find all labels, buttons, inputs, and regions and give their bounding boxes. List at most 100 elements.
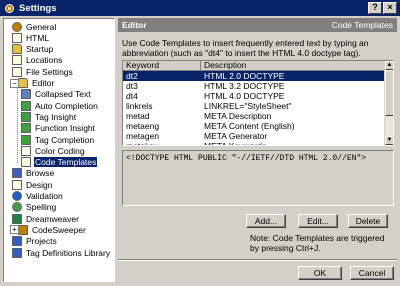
tree-item-collapsed-text[interactable]: Collapsed Text	[21, 89, 92, 100]
panel-description: Use Code Templates to insert frequently …	[122, 38, 369, 58]
tree-item-label: File Settings	[26, 66, 73, 77]
template-keyword: dt3	[126, 81, 138, 91]
tree-item-validation[interactable]: Validation	[12, 191, 64, 202]
expand-icon[interactable]: +	[10, 225, 19, 235]
tree-item-label: Spelling	[26, 202, 57, 213]
tree-item-label: Function Insight	[35, 123, 96, 134]
ok-button[interactable]: OK	[298, 266, 342, 280]
auto-completion-icon	[21, 100, 31, 111]
scroll-down-icon[interactable]: ▼	[385, 136, 393, 145]
tree-item-startup[interactable]: Startup	[12, 44, 54, 55]
function-insight-icon	[21, 123, 31, 134]
tree-item-label: Dreamweaver	[26, 213, 79, 224]
document-icon	[12, 66, 22, 77]
description-column-header[interactable]: Description	[201, 61, 393, 70]
document-icon	[12, 32, 22, 43]
template-description: HTML 4.0 DOCTYPE	[204, 91, 285, 101]
template-description: META Content (English)	[204, 121, 295, 131]
add-button[interactable]: Add...	[246, 214, 286, 228]
tree-item-function-insight[interactable]: Function Insight	[21, 123, 96, 134]
tree-item-label: Tag Completion	[35, 134, 95, 145]
close-button[interactable]: ×	[383, 2, 397, 14]
tree-item-label: Browse	[26, 168, 55, 179]
collapse-icon[interactable]: −	[10, 78, 19, 88]
tree-item-projects[interactable]: Projects	[12, 236, 58, 247]
template-description: HTML 3.2 DOCTYPE	[204, 81, 285, 91]
keyword-column-header[interactable]: Keyword	[123, 61, 201, 70]
template-row[interactable]: dt2 HTML 2.0 DOCTYPE	[123, 71, 385, 81]
settings-tree[interactable]: General HTML Startup Locations File Settings…	[3, 18, 115, 282]
template-keyword: dt4	[126, 91, 138, 101]
cancel-button[interactable]: Cancel	[350, 266, 394, 280]
template-description: LINKREL="StyleSheet"	[204, 101, 292, 111]
tree-item-label: Tag Insight	[35, 111, 77, 122]
tree-item-browse[interactable]: Browse	[12, 168, 55, 179]
folder-icon	[18, 78, 28, 88]
template-row[interactable]: metakey META Keywords	[123, 141, 385, 146]
template-row[interactable]: metagen META Generator	[123, 131, 385, 141]
dreamweaver-icon	[12, 213, 22, 224]
template-description: META Description	[204, 111, 272, 121]
template-description: META Keywords	[204, 141, 267, 146]
template-list[interactable]: Keyword Description dt2 HTML 2.0 DOCTYPE d…	[122, 60, 394, 146]
panel-title: Editor	[122, 20, 147, 30]
tree-item-tag-completion[interactable]: Tag Completion	[21, 134, 95, 145]
tree-item-label: Editor	[32, 78, 55, 88]
template-keyword: metagen	[126, 131, 160, 141]
tree-item-tag-insight[interactable]: Tag Insight	[21, 111, 77, 122]
collapsed-text-icon	[21, 89, 31, 100]
tree-item-label: Auto Completion	[35, 100, 98, 111]
library-icon	[12, 247, 22, 258]
help-button[interactable]: ?	[368, 2, 382, 14]
template-row[interactable]: linkrels LINKREL="StyleSheet"	[123, 101, 385, 111]
template-code-preview[interactable]: <!DOCTYPE HTML PUBLIC "-//IETF//DTD HTML…	[122, 150, 394, 206]
tree-connector-line	[17, 87, 18, 163]
tree-item-codesweeper[interactable]: + CodeSweeper	[10, 224, 87, 235]
tree-item-label: Locations	[26, 55, 63, 66]
window-title: Settings	[19, 2, 57, 14]
document-icon	[12, 179, 22, 190]
tree-item-spelling[interactable]: Spelling	[12, 202, 57, 213]
list-header: Keyword Description	[123, 61, 393, 71]
document-icon	[21, 157, 31, 168]
tree-item-color-coding[interactable]: Color Coding	[21, 145, 86, 156]
codesweeper-icon	[18, 224, 28, 235]
tree-item-editor[interactable]: − Editor	[10, 78, 55, 89]
delete-button[interactable]: Delete	[348, 214, 388, 228]
list-scrollbar[interactable]: ▲ ▼	[384, 61, 393, 145]
scroll-up-icon[interactable]: ▲	[385, 61, 393, 70]
tree-item-tag-definitions-library[interactable]: Tag Definitions Library	[12, 247, 111, 258]
tree-item-html[interactable]: HTML	[12, 32, 50, 43]
tag-completion-icon	[21, 134, 31, 145]
template-description: HTML 2.0 DOCTYPE	[204, 71, 285, 81]
tree-item-label: CodeSweeper	[32, 224, 86, 235]
tree-item-file-settings[interactable]: File Settings	[12, 66, 74, 77]
tree-item-label: Tag Definitions Library	[26, 247, 111, 258]
tree-item-dreamweaver[interactable]: Dreamweaver	[12, 213, 80, 224]
edit-button[interactable]: Edit...	[298, 214, 338, 228]
document-icon	[21, 145, 31, 156]
tree-item-label: Color Coding	[35, 145, 85, 156]
tree-item-label: General	[26, 21, 57, 32]
tree-item-general[interactable]: General	[12, 21, 57, 32]
browse-icon	[12, 168, 22, 179]
template-row[interactable]: metad META Description	[123, 111, 385, 121]
template-row[interactable]: dt4 HTML 4.0 DOCTYPE	[123, 91, 385, 101]
folder-icon	[12, 44, 22, 55]
tree-item-locations[interactable]: Locations	[12, 55, 63, 66]
tree-item-auto-completion[interactable]: Auto Completion	[21, 100, 99, 111]
tree-item-code-templates[interactable]: Code Templates	[21, 157, 98, 168]
document-icon	[12, 55, 22, 66]
panel-subtitle: Code Templates	[331, 20, 393, 30]
tree-item-label: Collapsed Text	[35, 89, 91, 100]
trigger-note: Note: Code Templates are triggered by pr…	[250, 233, 385, 253]
template-keyword: dt2	[126, 71, 138, 81]
template-row[interactable]: metaeng META Content (English)	[123, 121, 385, 131]
tree-item-label: Code Templates	[34, 157, 98, 168]
spelling-icon	[12, 202, 22, 213]
tree-item-design[interactable]: Design	[12, 179, 53, 190]
tree-item-label: HTML	[26, 32, 50, 43]
template-row[interactable]: dt3 HTML 3.2 DOCTYPE	[123, 81, 385, 91]
scroll-thumb[interactable]	[385, 70, 393, 116]
panel-header: Editor Code Templates	[118, 18, 397, 32]
